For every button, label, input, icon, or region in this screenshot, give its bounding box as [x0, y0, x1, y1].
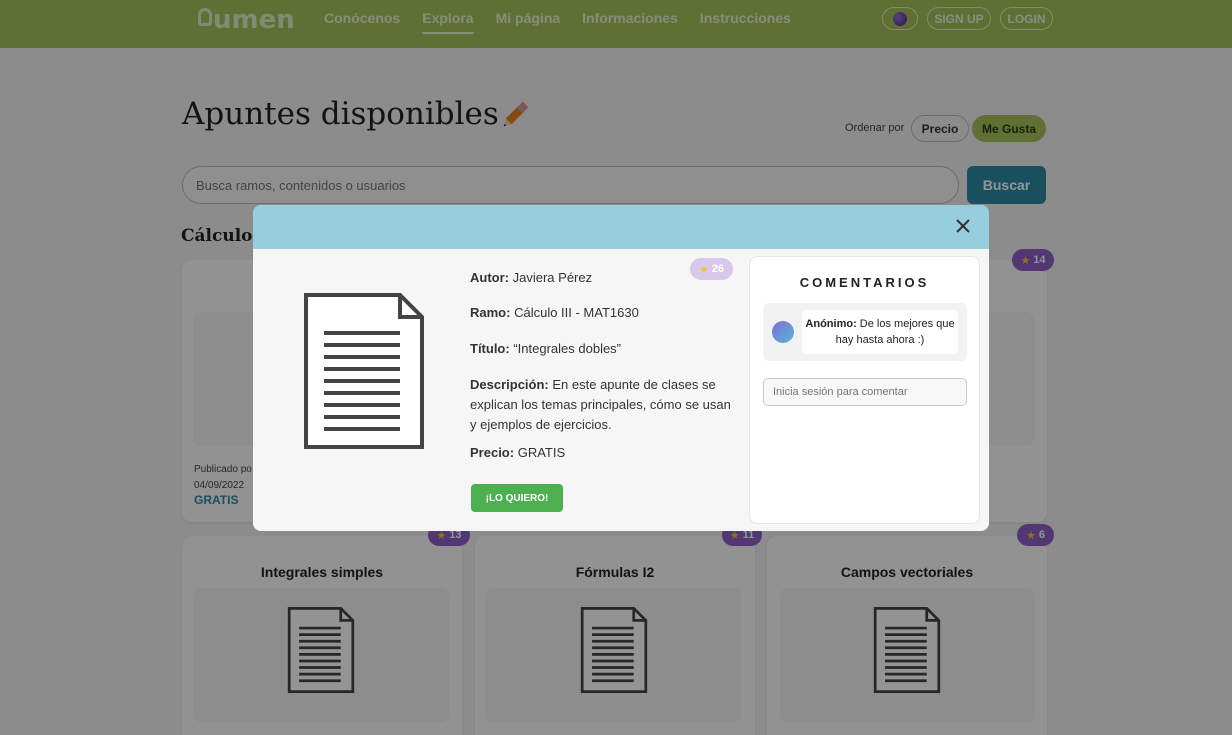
comment-item: Anónimo: De los mejores que hay hasta ah…	[763, 303, 967, 361]
course-value: Cálculo III - MAT1630	[514, 305, 639, 320]
comment-bubble: Anónimo: De los mejores que hay hasta ah…	[802, 310, 958, 354]
author-value: Javiera Pérez	[512, 270, 593, 285]
title-field: Título: “Integrales dobles”	[470, 341, 622, 356]
document-icon	[304, 293, 424, 449]
likes-badge: ★ 26	[690, 258, 733, 280]
want-button[interactable]: ¡LO QUIERO!	[471, 484, 563, 512]
avatar	[772, 321, 794, 343]
course-field: Ramo: Cálculo III - MAT1630	[470, 305, 639, 320]
title-value: “Integrales dobles”	[513, 341, 622, 356]
note-detail-modal: ★ 26 Autor: Javiera Pérez Ramo: Cálculo I…	[253, 205, 989, 531]
price-field: Precio: GRATIS	[470, 445, 566, 460]
price-value: GRATIS	[517, 445, 566, 460]
star-icon: ★	[698, 263, 709, 276]
author-field: Autor: Javiera Pérez	[470, 270, 593, 285]
comments-panel: COMENTARIOS Anónimo: De los mejores que …	[749, 256, 980, 524]
comments-title: COMENTARIOS	[799, 275, 930, 290]
close-icon[interactable]	[953, 216, 973, 236]
comment-author: Anónimo:	[805, 318, 857, 330]
description-field: Descripción: En este apunte de clases se…	[470, 377, 731, 432]
comment-input[interactable]	[763, 378, 967, 406]
modal-header	[253, 205, 989, 249]
